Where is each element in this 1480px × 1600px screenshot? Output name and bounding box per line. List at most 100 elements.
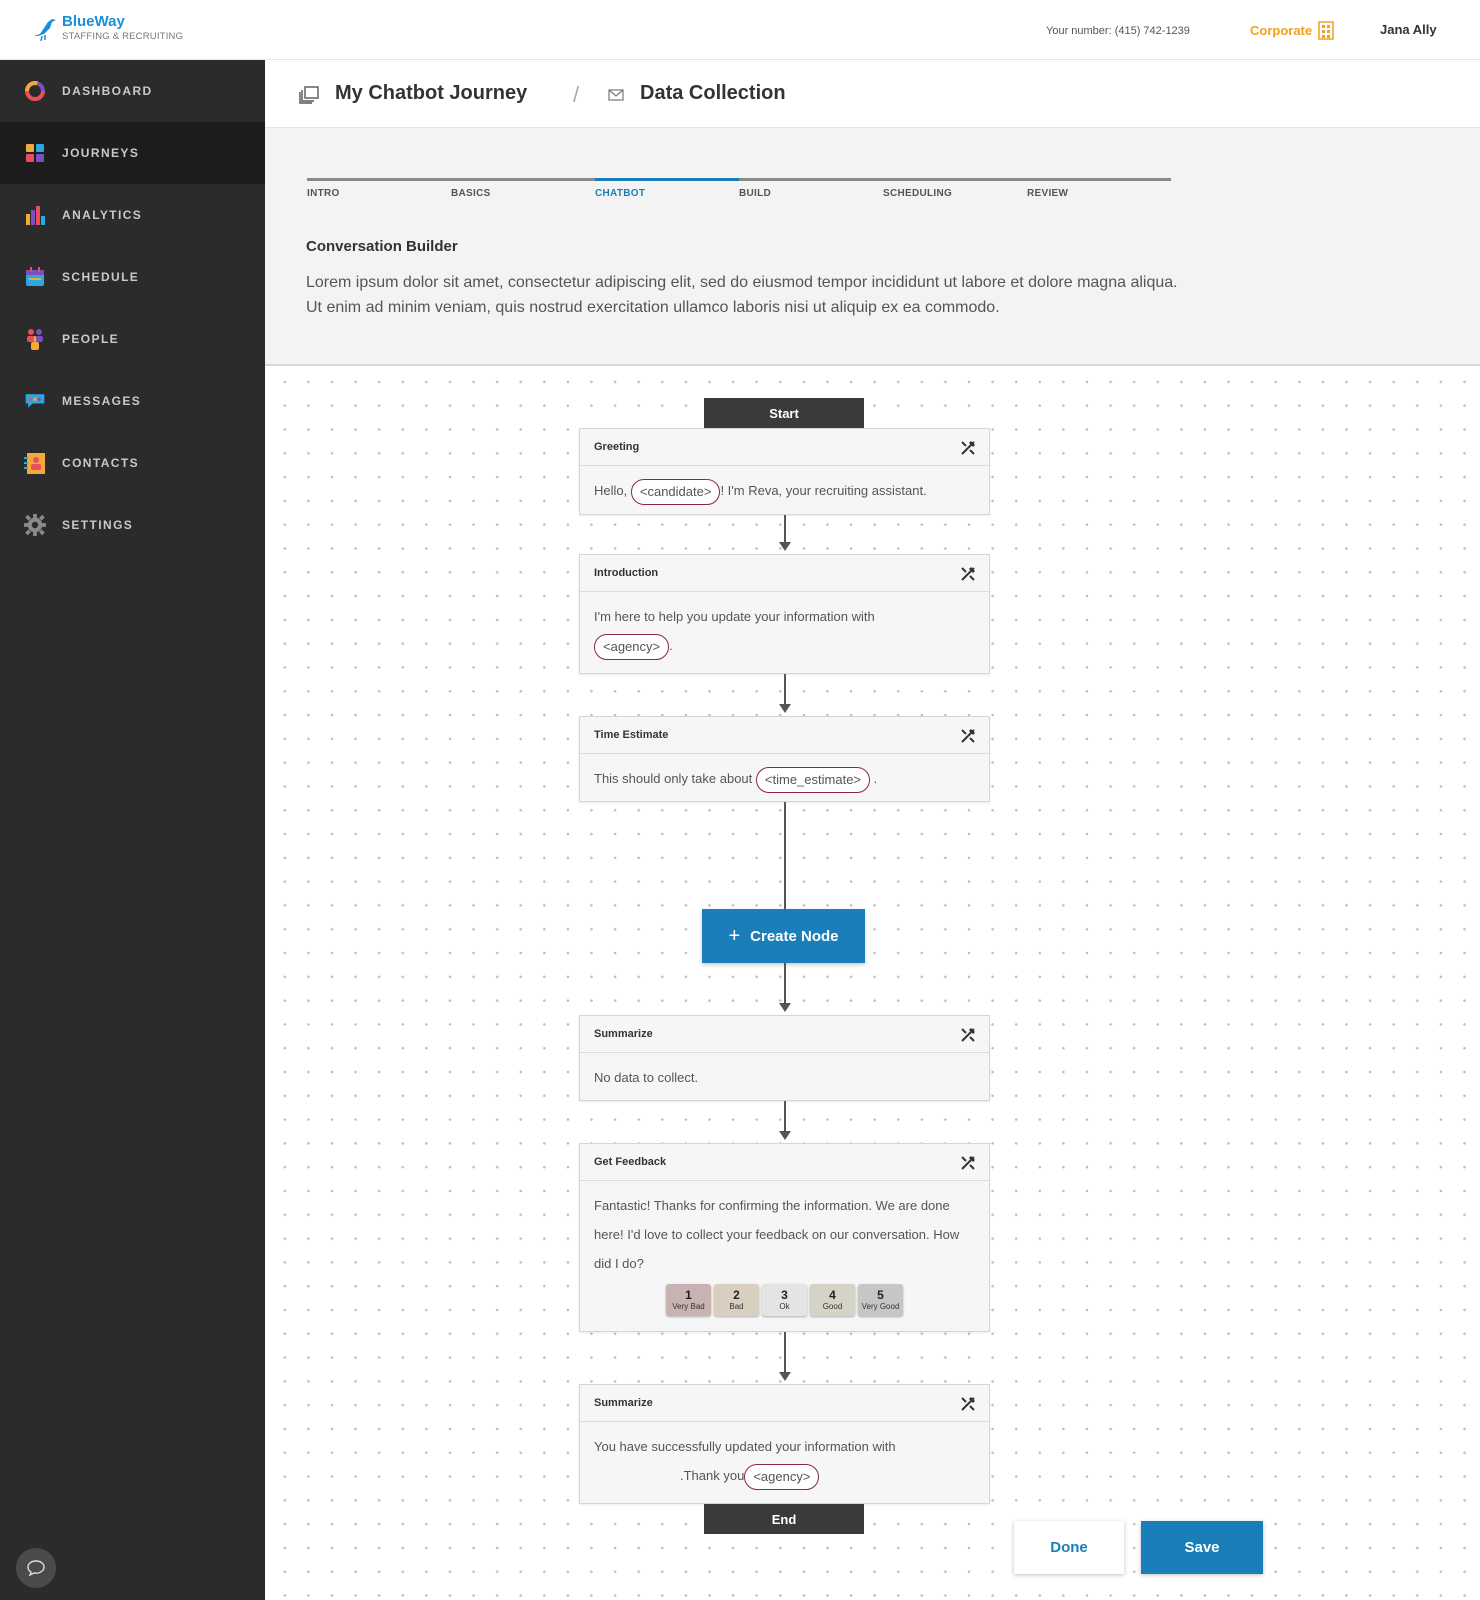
message-bubble-icon bbox=[24, 390, 46, 412]
node-title: Summarize bbox=[594, 1397, 653, 1409]
step-label: INTRO bbox=[307, 188, 340, 199]
dashboard-ring-icon bbox=[24, 80, 46, 102]
rating-number: 4 bbox=[829, 1288, 836, 1302]
message-text: ! I'm Reva, your recruiting assistant. bbox=[720, 483, 927, 498]
step-basics[interactable]: BASICS bbox=[451, 178, 595, 199]
sidebar-item-label: CONTACTS bbox=[62, 456, 139, 470]
step-label: SCHEDULING bbox=[883, 188, 953, 199]
tools-icon[interactable] bbox=[959, 1395, 977, 1413]
message-text: You have successfully updated your infor… bbox=[594, 1439, 896, 1454]
brand-logo[interactable]: BlueWay STAFFING & RECRUITING bbox=[30, 14, 183, 42]
top-header: BlueWay STAFFING & RECRUITING Your numbe… bbox=[0, 0, 1480, 60]
plus-icon: + bbox=[728, 924, 741, 947]
rating-option[interactable]: 4 Good bbox=[810, 1284, 855, 1316]
breadcrumb: My Chatbot Journey / Data Collection bbox=[265, 60, 1480, 128]
arrow-down-icon bbox=[779, 1003, 791, 1012]
done-button[interactable]: Done bbox=[1014, 1521, 1124, 1574]
sidebar-item-label: SCHEDULE bbox=[62, 270, 140, 284]
step-review[interactable]: REVIEW bbox=[1027, 178, 1171, 199]
sidebar-item-dashboard[interactable]: DASHBOARD bbox=[0, 60, 265, 122]
step-intro[interactable]: INTRO bbox=[307, 178, 451, 199]
flow-node-introduction[interactable]: Introduction I'm here to help you update… bbox=[579, 554, 990, 674]
step-scheduling[interactable]: SCHEDULING bbox=[883, 178, 1027, 199]
node-message: I'm here to help you update your informa… bbox=[580, 592, 989, 670]
rating-option[interactable]: 5 Very Good bbox=[858, 1284, 903, 1316]
step-chatbot[interactable]: CHATBOT bbox=[595, 178, 739, 199]
step-label: REVIEW bbox=[1027, 188, 1069, 199]
envelope-icon bbox=[608, 89, 624, 101]
flow-node-summarize[interactable]: Summarize No data to collect. bbox=[579, 1015, 990, 1101]
flow-node-get-feedback[interactable]: Get Feedback Fantastic! Thanks for confi… bbox=[579, 1143, 990, 1332]
page-title: Data Collection bbox=[640, 82, 786, 104]
node-title: Introduction bbox=[594, 567, 659, 579]
tools-icon[interactable] bbox=[959, 565, 977, 583]
tools-icon[interactable] bbox=[959, 439, 977, 457]
rating-option[interactable]: 3 Ok bbox=[762, 1284, 807, 1316]
copy-icon bbox=[299, 86, 319, 104]
variable-chip[interactable]: <agency> bbox=[594, 633, 670, 660]
sidebar-item-label: ANALYTICS bbox=[62, 208, 143, 222]
flow-node-greeting[interactable]: Greeting Hello, <candidate>! I'm Reva, y… bbox=[579, 428, 990, 515]
tools-icon[interactable] bbox=[959, 1026, 977, 1044]
chat-support-button[interactable] bbox=[16, 1548, 56, 1588]
sidebar-item-schedule[interactable]: SCHEDULE bbox=[0, 246, 265, 308]
step-build[interactable]: BUILD bbox=[739, 178, 883, 199]
rating-number: 2 bbox=[733, 1288, 740, 1302]
sidebar-item-journeys[interactable]: JOURNEYS bbox=[0, 122, 265, 184]
sidebar-item-label: MESSAGES bbox=[62, 394, 142, 408]
sidebar-item-messages[interactable]: MESSAGES bbox=[0, 370, 265, 432]
rating-option[interactable]: 2 Bad bbox=[714, 1284, 759, 1316]
flow-node-summarize-final[interactable]: Summarize You have successfully updated … bbox=[579, 1384, 990, 1504]
sidebar-item-label: PEOPLE bbox=[62, 332, 120, 346]
arrow-down-icon bbox=[779, 704, 791, 713]
node-message: You have successfully updated your infor… bbox=[580, 1422, 989, 1500]
rating-option[interactable]: 1 Very Bad bbox=[666, 1284, 711, 1316]
message-text: Hello, bbox=[594, 483, 628, 498]
connector bbox=[784, 1101, 786, 1131]
rating-label: Very Bad bbox=[672, 1302, 705, 1311]
rating-label: Good bbox=[822, 1302, 843, 1311]
connector bbox=[784, 515, 786, 542]
node-title: Greeting bbox=[594, 441, 640, 453]
gear-icon bbox=[24, 514, 46, 536]
create-node-label: Create Node bbox=[750, 927, 839, 945]
step-label: BUILD bbox=[739, 188, 772, 199]
create-node-button[interactable]: + Create Node bbox=[702, 909, 865, 963]
account-switcher[interactable]: Corporate bbox=[1250, 20, 1334, 40]
message-text: This should only take about bbox=[594, 771, 753, 786]
sidebar-item-settings[interactable]: SETTINGS bbox=[0, 494, 265, 556]
tools-icon[interactable] bbox=[959, 727, 977, 745]
flow-node-time-estimate[interactable]: Time Estimate This should only take abou… bbox=[579, 716, 990, 802]
step-label: CHATBOT bbox=[595, 188, 646, 199]
connector bbox=[784, 674, 786, 704]
sidebar-item-people[interactable]: PEOPLE bbox=[0, 308, 265, 370]
bird-logo-icon bbox=[34, 19, 56, 42]
contact-card-icon bbox=[24, 452, 46, 474]
people-icon bbox=[24, 328, 46, 350]
tools-icon[interactable] bbox=[959, 1154, 977, 1172]
sidebar: DASHBOARD JOURNEYS ANALYTICS SCHEDULE PE… bbox=[0, 60, 265, 1600]
message-text: .Thank you bbox=[680, 1468, 745, 1483]
rating-number: 3 bbox=[781, 1288, 788, 1302]
save-button[interactable]: Save bbox=[1141, 1521, 1263, 1574]
arrow-down-icon bbox=[779, 1372, 791, 1381]
main-content: My Chatbot Journey / Data Collection INT… bbox=[265, 60, 1480, 1600]
brand-tagline: STAFFING & RECRUITING bbox=[62, 31, 184, 42]
brand-name: BlueWay bbox=[62, 13, 125, 30]
journey-title[interactable]: My Chatbot Journey bbox=[335, 82, 527, 105]
message-text: No data to collect. bbox=[594, 1070, 699, 1085]
variable-chip[interactable]: <agency> bbox=[744, 1463, 820, 1490]
node-message: Fantastic! Thanks for confirming the inf… bbox=[580, 1181, 989, 1328]
flow-canvas[interactable]: Start Greeting Hello, <candidate>! I'm R… bbox=[265, 366, 1480, 1600]
variable-chip[interactable]: <time_estimate> bbox=[755, 766, 871, 793]
breadcrumb-separator: / bbox=[573, 82, 580, 107]
sidebar-item-analytics[interactable]: ANALYTICS bbox=[0, 184, 265, 246]
variable-chip[interactable]: <candidate> bbox=[630, 478, 721, 505]
account-label: Corporate bbox=[1250, 22, 1313, 38]
sidebar-item-contacts[interactable]: CONTACTS bbox=[0, 432, 265, 494]
info-panel: INTRO BASICS CHATBOT BUILD SCHEDULING RE… bbox=[265, 128, 1480, 366]
node-message: No data to collect. bbox=[580, 1053, 989, 1102]
building-icon bbox=[1318, 21, 1334, 40]
user-menu[interactable]: Jana Ally bbox=[1380, 22, 1437, 37]
rating-label: Ok bbox=[779, 1302, 790, 1311]
